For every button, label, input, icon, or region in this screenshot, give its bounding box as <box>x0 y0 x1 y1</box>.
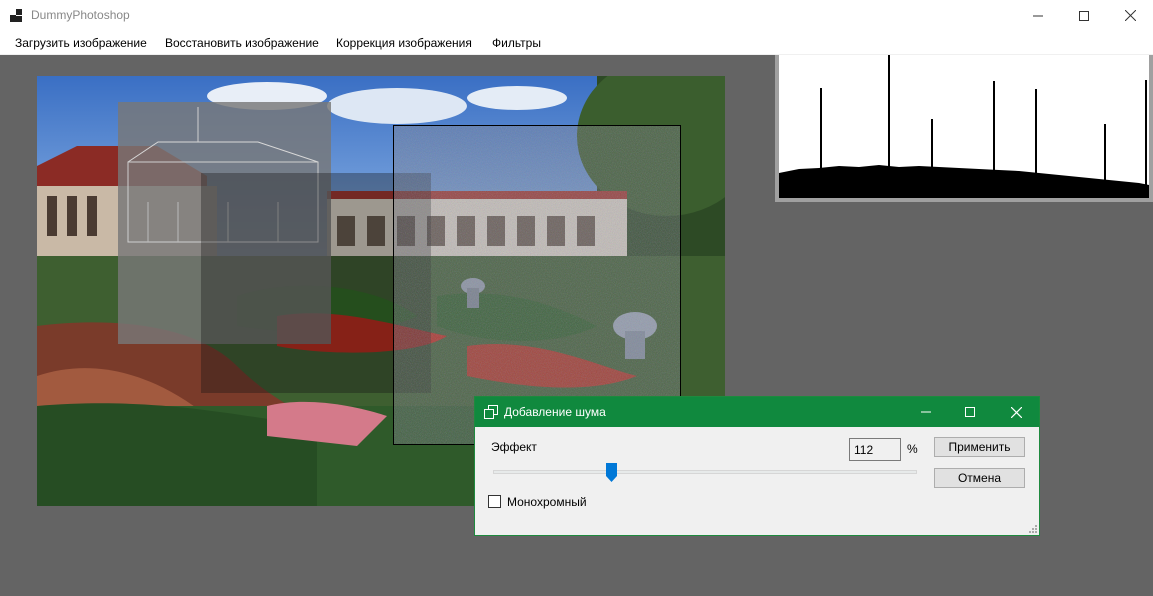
histogram-panel <box>775 55 1153 202</box>
percent-label: % <box>907 442 918 456</box>
menu-bar: Загрузить изображение Восстановить изобр… <box>0 31 1153 55</box>
close-icon <box>1010 406 1022 418</box>
menu-load-image[interactable]: Загрузить изображение <box>15 36 147 50</box>
apply-button[interactable]: Применить <box>934 437 1025 457</box>
dialog-minimize-button[interactable] <box>903 397 949 427</box>
maximize-button[interactable] <box>1061 0 1107 31</box>
menu-restore-image[interactable]: Восстановить изображение <box>165 36 319 50</box>
histogram-chart <box>779 55 1149 198</box>
minimize-icon <box>1033 15 1043 16</box>
cancel-button[interactable]: Отмена <box>934 468 1025 488</box>
effect-slider-track[interactable] <box>493 470 917 474</box>
effect-label: Эффект <box>491 440 537 454</box>
maximize-icon <box>965 407 975 417</box>
close-button[interactable] <box>1107 0 1153 31</box>
menu-filters[interactable]: Фильтры <box>492 36 541 50</box>
dialog-close-button[interactable] <box>993 397 1039 427</box>
window-title: DummyPhotoshop <box>31 8 130 22</box>
dialog-icon <box>484 405 498 419</box>
minimize-button[interactable] <box>1015 0 1061 31</box>
close-icon <box>1124 10 1136 21</box>
effect-value-input[interactable] <box>849 438 901 461</box>
effect-slider-thumb[interactable] <box>606 463 617 482</box>
maximize-icon <box>1079 10 1089 21</box>
menu-image-correction[interactable]: Коррекция изображения <box>336 36 472 50</box>
monochrome-label[interactable]: Монохромный <box>507 495 587 509</box>
add-noise-dialog: Добавление шума Эффект % Применить Отмен… <box>474 396 1040 536</box>
monochrome-checkbox[interactable] <box>488 495 501 508</box>
resize-grip-icon[interactable] <box>1027 523 1037 533</box>
app-icon <box>10 9 22 22</box>
dialog-title: Добавление шума <box>504 405 606 419</box>
minimize-icon <box>921 411 931 413</box>
dialog-maximize-button[interactable] <box>947 397 993 427</box>
dialog-title-bar[interactable]: Добавление шума <box>475 397 1039 427</box>
title-bar: DummyPhotoshop <box>0 0 1153 31</box>
